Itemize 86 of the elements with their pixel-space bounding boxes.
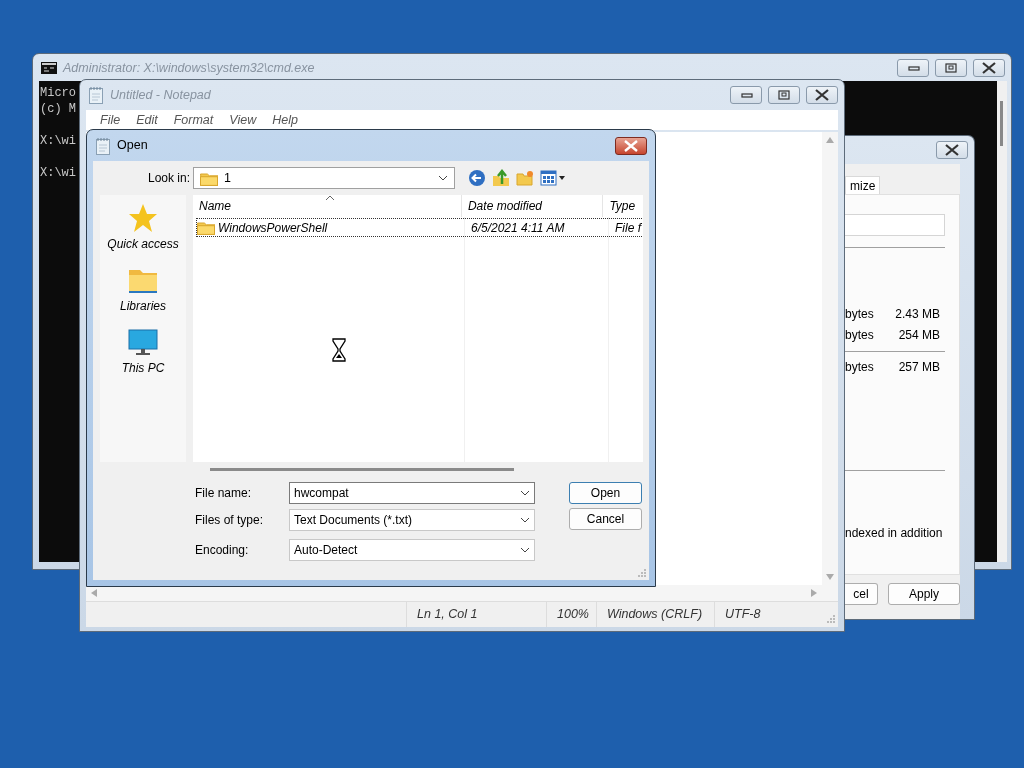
resize-grip-icon[interactable] (826, 614, 836, 624)
maximize-button[interactable] (768, 86, 800, 104)
file-name-field[interactable]: hwcompat (289, 482, 535, 504)
scroll-down-icon[interactable] (825, 573, 835, 581)
status-text: 100% (546, 602, 596, 627)
console-icon (41, 62, 57, 74)
sort-caret-icon (325, 195, 335, 201)
menu-item[interactable]: Help (264, 110, 306, 130)
place-item[interactable]: Quick access (107, 203, 179, 253)
window-title: Untitled - Notepad (110, 86, 211, 104)
file-date: 6/5/2021 4:11 AM (470, 219, 566, 237)
scroll-right-icon[interactable] (810, 588, 818, 598)
close-button[interactable] (615, 136, 647, 155)
maximize-icon (943, 62, 959, 74)
maximize-icon (776, 89, 792, 101)
maximize-button[interactable] (935, 59, 967, 77)
file-name: WindowsPowerShell (218, 219, 328, 237)
chevron-down-icon (520, 490, 530, 496)
field-label: Files of type: (195, 512, 265, 529)
close-button[interactable] (806, 86, 838, 104)
size-label: bytes (845, 326, 874, 344)
file-row[interactable]: WindowsPowerShell 6/5/2021 4:11 AM File f (197, 219, 643, 236)
minimize-button[interactable] (897, 59, 929, 77)
window-title: Open (117, 137, 148, 155)
column-header[interactable]: Date modified (461, 195, 604, 217)
menu-item[interactable]: File (92, 110, 129, 130)
size-value: 257 MB (898, 358, 940, 376)
place-item[interactable]: This PC (121, 329, 165, 377)
close-button[interactable] (936, 141, 968, 159)
column-header[interactable]: Type (603, 195, 643, 217)
monitor-icon (128, 329, 158, 357)
size-value: 2.43 MB (895, 305, 940, 323)
size-label: bytes (845, 358, 874, 376)
chevron-down-icon (520, 547, 530, 553)
notepad-icon (95, 136, 111, 155)
tab[interactable]: mize (845, 176, 881, 194)
menu-item[interactable]: Format (165, 110, 222, 130)
column-header[interactable]: Name (193, 195, 462, 217)
close-icon (623, 139, 639, 152)
close-icon (981, 62, 997, 74)
notepad-icon (88, 86, 104, 104)
open-button[interactable]: Open (569, 482, 642, 504)
console-line: Micro (40, 85, 76, 101)
status-text: Windows (CRLF) (596, 602, 714, 627)
scrollbar-thumb[interactable] (1000, 101, 1003, 146)
new-folder-icon[interactable] (516, 170, 534, 186)
close-icon (814, 89, 830, 101)
folder-icon (128, 267, 158, 295)
console-line: (c) M (40, 101, 76, 117)
console-line: X:\wi (40, 165, 76, 181)
back-icon[interactable] (468, 169, 486, 187)
place-item[interactable]: Libraries (120, 267, 166, 315)
view-menu-icon[interactable] (540, 170, 566, 186)
resize-grip-icon[interactable] (637, 568, 647, 578)
cancel-button[interactable]: Cancel (569, 508, 642, 530)
window-title: Administrator: X:\windows\system32\cmd.exe (63, 59, 315, 77)
file-type: File f (614, 219, 641, 237)
star-icon (128, 203, 158, 233)
close-icon (944, 144, 960, 156)
folder-icon (200, 170, 218, 186)
size-value: 254 MB (898, 326, 940, 344)
cancel-button[interactable]: cel (845, 583, 878, 605)
size-label: bytes (845, 305, 874, 323)
chevron-down-icon (438, 175, 448, 181)
description-text: ndexed in addition (845, 525, 944, 542)
field-label: Encoding: (195, 542, 250, 559)
apply-button[interactable]: Apply (888, 583, 960, 605)
up-folder-icon[interactable] (492, 169, 510, 187)
scroll-up-icon[interactable] (825, 136, 835, 144)
status-text: Ln 1, Col 1 (406, 602, 546, 627)
scrollbar-thumb[interactable] (210, 468, 514, 471)
menu-item[interactable]: Edit (128, 110, 166, 130)
close-button[interactable] (973, 59, 1005, 77)
folder-icon (197, 220, 215, 235)
field-label: Look in: (148, 170, 192, 187)
encoding-dropdown[interactable]: Auto-Detect (289, 539, 535, 561)
field-label: File name: (195, 485, 253, 502)
menu-item[interactable]: View (221, 110, 265, 130)
minimize-button[interactable] (730, 86, 762, 104)
console-line: X:\wi (40, 133, 76, 149)
file-type-dropdown[interactable]: Text Documents (*.txt) (289, 509, 535, 531)
scroll-left-icon[interactable] (90, 588, 98, 598)
status-text: UTF-8 (714, 602, 820, 627)
hourglass-icon (332, 338, 346, 362)
chevron-down-icon (520, 517, 530, 523)
look-in-dropdown[interactable]: 1 (193, 167, 455, 189)
